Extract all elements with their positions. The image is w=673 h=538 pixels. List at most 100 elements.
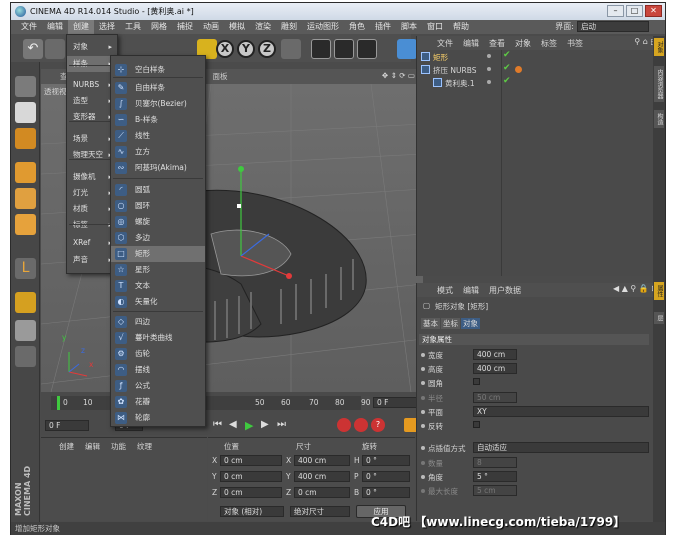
menu-item-13[interactable]: 插件 [370, 20, 396, 34]
coord-position-y[interactable]: 0 cm [220, 471, 282, 482]
spline-menu-item-0[interactable]: ⊹ 空白样条 [111, 62, 205, 78]
timeline-current-frame[interactable]: 0 F [373, 397, 419, 408]
menu-item-7[interactable]: 动画 [198, 20, 224, 34]
spline-menu-item-14[interactable]: ◐ 矢量化 [111, 294, 205, 310]
axis-mode-icon[interactable]: L [15, 258, 36, 279]
spline-menu-item-16[interactable]: √ 蔓叶类曲线 [111, 330, 205, 346]
minimize-button[interactable]: – [607, 5, 624, 17]
next-frame-icon[interactable]: ▶ [261, 419, 269, 430]
spline-menu-item-21[interactable]: ⋈ 轮廓 [111, 410, 205, 426]
menu-item-16[interactable]: 帮助 [448, 20, 474, 34]
material-menu-item-2[interactable]: 功能 [111, 441, 126, 452]
spline-menu-item-4[interactable]: ⟋ 线性 [111, 128, 205, 144]
spline-menu-item-12[interactable]: ☆ 星形 [111, 262, 205, 278]
polygons-mode-icon[interactable] [15, 214, 36, 235]
close-button[interactable]: ✕ [645, 5, 662, 17]
right-tab-3[interactable]: 属性 [654, 282, 664, 300]
right-tab-1[interactable]: 内容浏览器 [654, 66, 664, 102]
property-field-9[interactable]: 5 cm [473, 485, 517, 496]
spline-menu-item-3[interactable]: ∽ B-样条 [111, 112, 205, 128]
property-field-0[interactable]: 400 cm [473, 349, 517, 360]
keyframe-selection-icon[interactable]: ? [371, 418, 385, 432]
property-field-8[interactable]: 5 ° [473, 471, 517, 482]
object-menu-item-0[interactable]: 文件 [437, 38, 453, 49]
points-mode-icon[interactable] [15, 162, 36, 183]
spline-menu-item-2[interactable]: ∫ 贝塞尔(Bezier) [111, 96, 205, 112]
spline-menu-item-6[interactable]: ∾ 阿基玛(Akima) [111, 160, 205, 176]
prev-frame-icon[interactable]: ◀ [229, 419, 237, 430]
enabled-check-icon[interactable]: ✔ [503, 50, 511, 60]
create-menu-item-0[interactable]: 对象 ▸ [67, 39, 117, 55]
render-settings-icon[interactable] [357, 39, 377, 59]
timeline-playhead[interactable] [57, 396, 60, 410]
coord-mode-select[interactable]: 对象 (相对) [220, 506, 284, 517]
texture-mode-icon[interactable] [15, 102, 36, 123]
right-tab-2[interactable]: 构造 [654, 110, 664, 128]
render-picture-viewer-icon[interactable] [334, 39, 354, 59]
spline-menu-item-8[interactable]: ○ 圆环 [111, 198, 205, 214]
coord-size-y[interactable]: 400 cm [294, 471, 350, 482]
coord-size-z[interactable]: 0 cm [294, 487, 350, 498]
phong-tag-icon[interactable] [515, 66, 522, 73]
viewport-menu-panel[interactable]: 面板 [213, 71, 228, 82]
record-key-icon[interactable] [337, 418, 351, 432]
spline-menu-item-15[interactable]: ◇ 四边 [111, 314, 205, 330]
edges-mode-icon[interactable] [15, 188, 36, 209]
visibility-dots-icon[interactable] [487, 80, 491, 84]
property-select-4[interactable]: XY [473, 406, 649, 417]
property-select-6[interactable]: 自动适应 [473, 442, 649, 453]
object-menu-item-4[interactable]: 标签 [541, 38, 557, 49]
spline-menu-item-19[interactable]: ƒ 公式 [111, 378, 205, 394]
menu-item-9[interactable]: 渲染 [250, 20, 276, 34]
object-menu-item-5[interactable]: 书签 [567, 38, 583, 49]
coord-rotation-h[interactable]: 0 ° [362, 455, 410, 466]
attribute-menu-item-2[interactable]: 用户数据 [489, 285, 521, 296]
attribute-tab-1[interactable]: 坐标 [441, 318, 460, 329]
play-icon[interactable]: ▶ [245, 419, 253, 432]
object-menu-item-3[interactable]: 对象 [515, 38, 531, 49]
enabled-check-icon[interactable]: ✔ [503, 76, 511, 86]
autokey-icon[interactable] [354, 418, 368, 432]
attribute-tab-0[interactable]: 基本 [421, 318, 440, 329]
property-field-3[interactable]: 50 cm [473, 392, 517, 403]
menu-item-6[interactable]: 捕捉 [172, 20, 198, 34]
coordinate-system-icon[interactable] [281, 39, 301, 59]
goto-end-icon[interactable]: ⏭ [277, 419, 286, 430]
property-checkbox-2[interactable] [473, 378, 480, 385]
object-menu-item-1[interactable]: 编辑 [463, 38, 479, 49]
y-axis-lock-button[interactable]: Y [237, 40, 255, 58]
spline-menu-item-7[interactable]: ◜ 圆弧 [111, 182, 205, 198]
menu-item-2[interactable]: 创建 [68, 20, 94, 34]
cube-primitive-icon[interactable] [397, 39, 417, 59]
visibility-dots-icon[interactable] [487, 67, 491, 71]
menu-item-0[interactable]: 文件 [16, 20, 42, 34]
attribute-tab-2[interactable]: 对象 [461, 318, 480, 329]
object-row-0[interactable]: 矩形 ✔ [417, 50, 657, 63]
menu-item-4[interactable]: 工具 [120, 20, 146, 34]
spline-menu-item-1[interactable]: ✎ 自由样条 [111, 80, 205, 96]
right-tab-4[interactable]: 层 [654, 312, 664, 324]
material-menu-item-3[interactable]: 纹理 [137, 441, 152, 452]
spline-menu-item-10[interactable]: ⬡ 多边 [111, 230, 205, 246]
material-menu-item-0[interactable]: 创建 [59, 441, 74, 452]
object-menu-item-2[interactable]: 查看 [489, 38, 505, 49]
spline-menu-item-11[interactable]: □ 矩形 [111, 246, 205, 262]
coord-rotation-b[interactable]: 0 ° [362, 487, 410, 498]
menu-item-14[interactable]: 脚本 [396, 20, 422, 34]
menu-item-15[interactable]: 窗口 [422, 20, 448, 34]
coord-rotation-p[interactable]: 0 ° [362, 471, 410, 482]
menu-item-12[interactable]: 角色 [344, 20, 370, 34]
goto-start-icon[interactable]: ⏮ [213, 419, 222, 430]
model-mode-icon[interactable] [15, 76, 36, 97]
property-field-7[interactable]: 8 [473, 457, 517, 468]
menu-item-11[interactable]: 运动图形 [302, 20, 344, 34]
attribute-nav-icon[interactable]: ◀ ▲ ⚲ 🔒 ⊟ [613, 284, 658, 293]
menu-item-10[interactable]: 雕刻 [276, 20, 302, 34]
coord-size-x[interactable]: 400 cm [294, 455, 350, 466]
layout-select[interactable]: 启动 [577, 21, 649, 32]
lock-workplane-icon[interactable] [15, 346, 36, 367]
spline-menu-item-9[interactable]: ◎ 螺旋 [111, 214, 205, 230]
x-axis-lock-button[interactable]: X [216, 40, 234, 58]
spline-menu-item-20[interactable]: ✿ 花瓣 [111, 394, 205, 410]
attribute-menu-item-1[interactable]: 编辑 [463, 285, 479, 296]
